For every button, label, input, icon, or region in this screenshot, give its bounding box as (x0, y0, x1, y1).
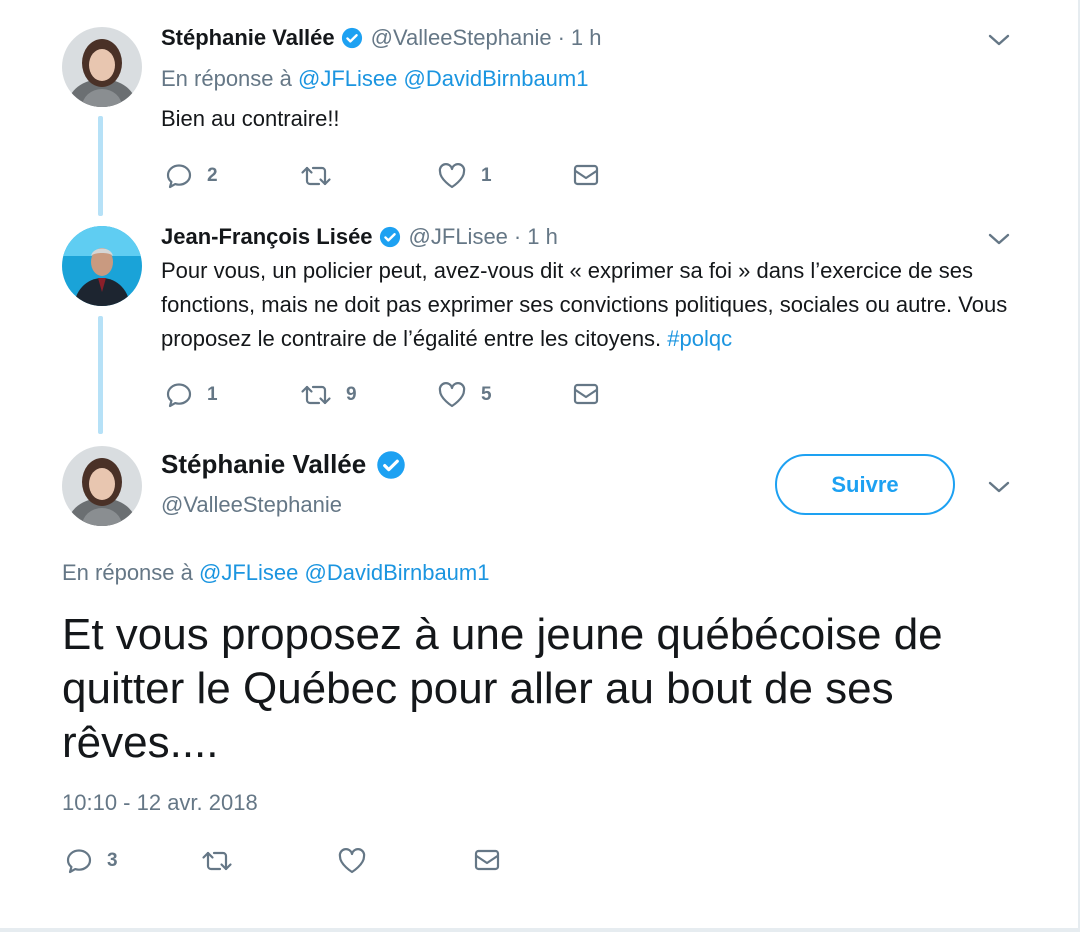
mention-link[interactable]: @DavidBirnbaum1 (404, 66, 589, 91)
direct-message-button[interactable] (572, 162, 600, 188)
tweet-1-header: Stéphanie Vallée @ValleeStephanie · 1 h (161, 25, 602, 51)
reply-prefix: En réponse à (161, 66, 292, 91)
panel-border (0, 928, 1080, 932)
reply-count: 3 (107, 850, 118, 871)
tweet-time[interactable]: 1 h (527, 224, 558, 250)
tweet-time[interactable]: 1 h (571, 25, 602, 51)
verified-badge-icon (379, 226, 400, 248)
like-button[interactable] (337, 847, 381, 875)
verified-badge-icon (341, 27, 362, 49)
retweet-button[interactable] (201, 847, 247, 875)
tweet-body: Pour vous, un policier peut, avez-vous d… (161, 258, 1008, 351)
avatar-jean-francois-lisee[interactable] (62, 226, 142, 306)
author-handle[interactable]: @JFLisee (409, 224, 508, 250)
reply-context: En réponse à @JFLisee @DavidBirnbaum1 (161, 66, 588, 92)
envelope-icon (573, 164, 599, 186)
separator-dot: · (557, 25, 565, 50)
direct-message-button[interactable] (473, 847, 501, 873)
reply-button[interactable]: 2 (165, 162, 218, 190)
tweet-text: Bien au contraire!! (161, 106, 340, 131)
envelope-icon (573, 383, 599, 405)
verified-badge-icon (377, 450, 405, 479)
reply-icon (166, 164, 192, 189)
avatar-stephanie-vallee[interactable] (62, 27, 142, 107)
chevron-down-icon[interactable] (987, 231, 1011, 247)
heart-icon (438, 382, 466, 408)
reply-icon (166, 383, 192, 408)
hashtag-link[interactable]: #polqc (667, 326, 732, 351)
tweet-2-header: Jean-François Lisée @JFLisee · 1 h (161, 224, 558, 250)
author-handle[interactable]: @ValleeStephanie (371, 25, 552, 51)
mention-link[interactable]: @DavidBirnbaum1 (305, 560, 490, 585)
envelope-icon (474, 849, 500, 871)
like-button[interactable]: 1 (437, 162, 492, 190)
thread-connector-line (98, 316, 103, 434)
chevron-down-icon[interactable] (987, 479, 1011, 495)
heart-icon (438, 163, 466, 189)
reply-context: En réponse à @JFLisee @DavidBirnbaum1 (62, 560, 489, 586)
follow-button[interactable]: Suivre (775, 454, 955, 515)
retweet-icon (301, 385, 331, 405)
reply-prefix: En réponse à (62, 560, 193, 585)
retweet-button[interactable]: 9 (300, 381, 357, 409)
tweet-timestamp[interactable]: 10:10 - 12 avr. 2018 (62, 790, 258, 816)
reply-icon (66, 849, 92, 874)
focused-tweet-header: Stéphanie Vallée (161, 449, 406, 480)
direct-message-button[interactable] (572, 381, 600, 407)
separator-dot: · (513, 224, 522, 249)
retweet-icon (202, 851, 232, 871)
tweet-text: Pour vous, un policier peut, avez-vous d… (161, 254, 1041, 356)
mention-link[interactable]: @JFLisee (298, 66, 397, 91)
mention-link[interactable]: @JFLisee (199, 560, 298, 585)
retweet-icon (301, 166, 331, 186)
avatar-stephanie-vallee[interactable] (62, 446, 142, 526)
author-name[interactable]: Jean-François Lisée (161, 224, 373, 250)
retweet-button[interactable] (300, 162, 346, 190)
like-count: 1 (481, 165, 492, 186)
heart-icon (338, 848, 366, 874)
reply-count: 1 (207, 384, 218, 405)
thread-connector-line (98, 116, 103, 216)
reply-button[interactable]: 1 (165, 381, 218, 409)
author-handle[interactable]: @ValleeStephanie (161, 492, 342, 518)
author-name[interactable]: Stéphanie Vallée (161, 449, 366, 480)
like-count: 5 (481, 384, 492, 405)
reply-button[interactable]: 3 (65, 847, 118, 875)
chevron-down-icon[interactable] (987, 32, 1011, 48)
focused-tweet-text: Et vous proposez à une jeune québécoise … (62, 610, 943, 767)
tweet-thread: Stéphanie Vallée @ValleeStephanie · 1 h … (0, 0, 1080, 932)
reply-count: 2 (207, 165, 218, 186)
retweet-count: 9 (346, 384, 357, 405)
author-name[interactable]: Stéphanie Vallée (161, 25, 335, 51)
like-button[interactable]: 5 (437, 381, 492, 409)
